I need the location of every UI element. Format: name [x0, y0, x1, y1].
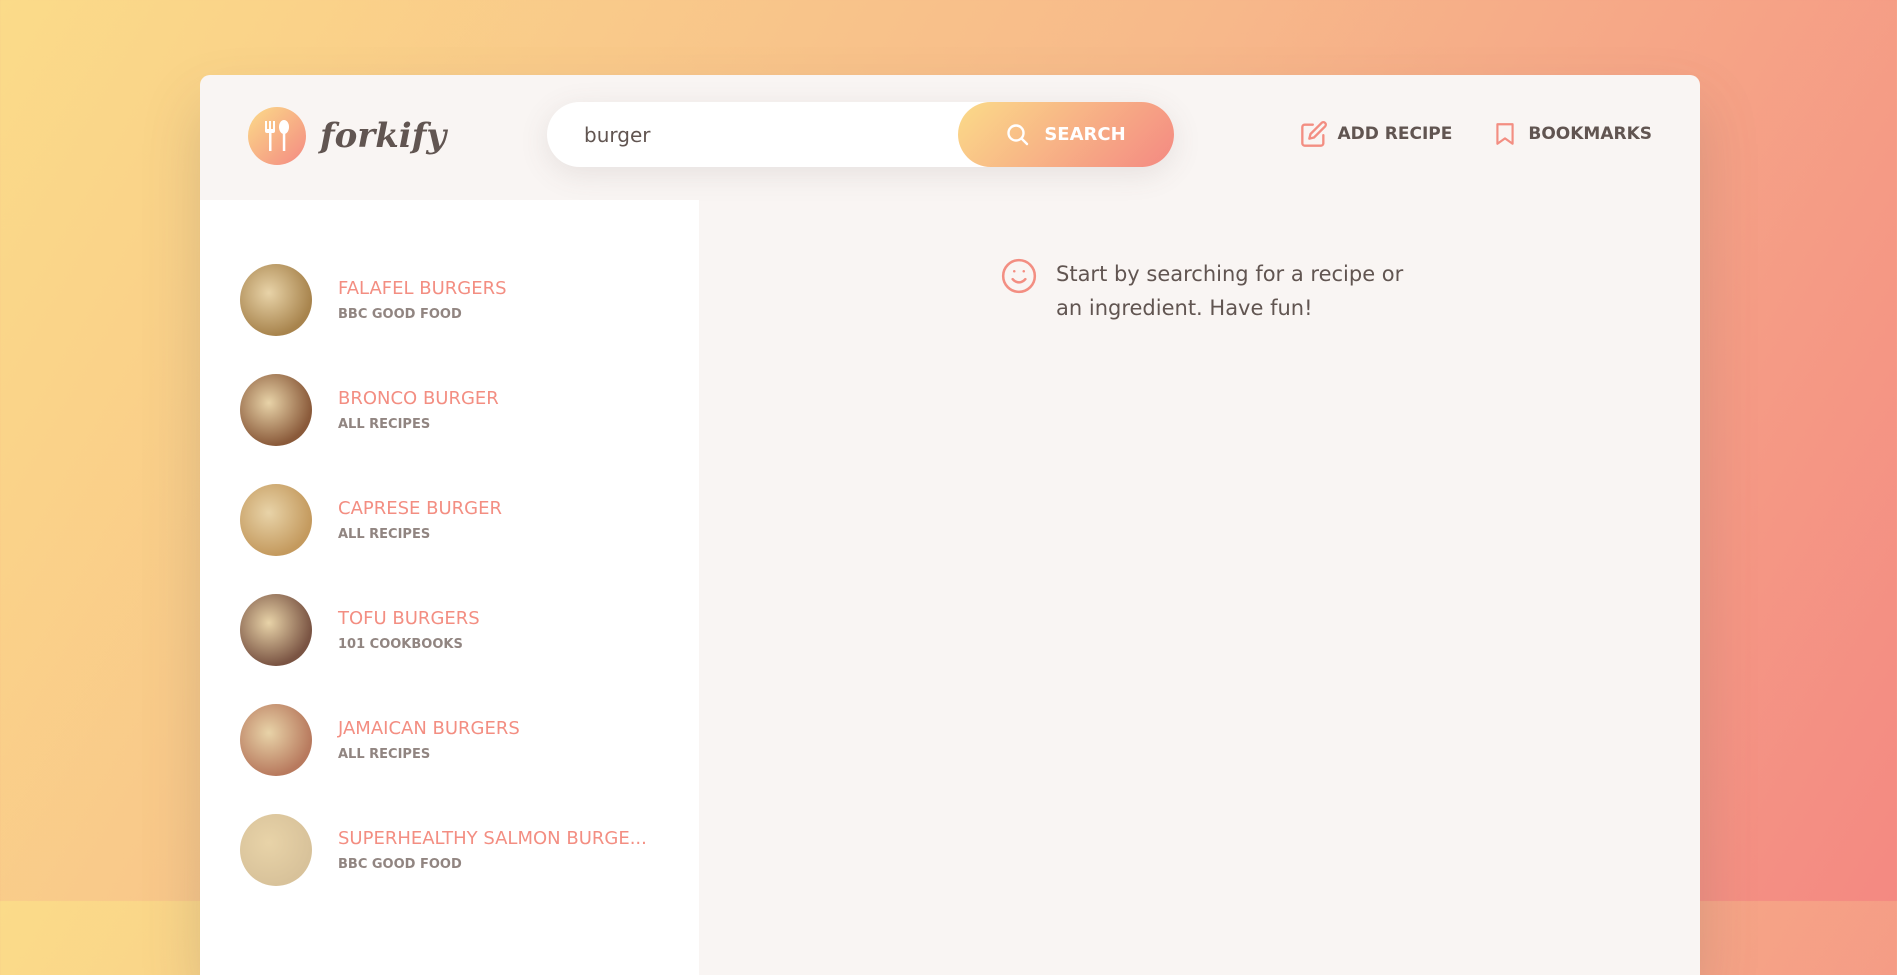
smile-icon: [1001, 258, 1037, 294]
result-text: FALAFEL BURGERS BBC GOOD FOOD: [338, 278, 507, 322]
result-title: JAMAICAN BURGERS: [338, 718, 520, 739]
result-publisher: 101 COOKBOOKS: [338, 637, 463, 652]
app-container: forkify SEARCH ADD RECIPE BOOKMARKS FALA…: [200, 75, 1700, 975]
bookmarks-label: BOOKMARKS: [1528, 124, 1652, 144]
start-message: Start by searching for a recipe or an in…: [1000, 257, 1416, 325]
result-text: BRONCO BURGER ALL RECIPES: [338, 388, 499, 432]
result-title: SUPERHEALTHY SALMON BURGE...: [338, 828, 647, 849]
result-text: SUPERHEALTHY SALMON BURGE... BBC GOOD FO…: [338, 828, 647, 872]
result-text: CAPRESE BURGER ALL RECIPES: [338, 498, 502, 542]
recipe-thumbnail: [240, 594, 312, 666]
bookmarks-button[interactable]: BOOKMARKS: [1492, 120, 1652, 148]
fork-spoon-icon: [248, 107, 306, 165]
search-results: FALAFEL BURGERS BBC GOOD FOOD BRONCO BUR…: [200, 200, 699, 975]
result-item[interactable]: BRONCO BURGER ALL RECIPES: [200, 355, 699, 465]
bookmark-icon: [1496, 123, 1515, 145]
recipe-thumbnail: [240, 264, 312, 336]
result-title: TOFU BURGERS: [338, 608, 480, 629]
add-recipe-label: ADD RECIPE: [1337, 124, 1453, 144]
search-input[interactable]: [584, 122, 944, 147]
result-item[interactable]: TOFU BURGERS 101 COOKBOOKS: [200, 575, 699, 685]
result-title: CAPRESE BURGER: [338, 498, 502, 519]
search-icon: [1007, 123, 1029, 145]
start-message-text: Start by searching for a recipe or an in…: [1056, 262, 1404, 320]
result-publisher: ALL RECIPES: [338, 747, 431, 762]
recipe-thumbnail: [240, 814, 312, 886]
nav: ADD RECIPE BOOKMARKS: [1300, 120, 1652, 148]
header: forkify SEARCH ADD RECIPE BOOKMARKS: [200, 75, 1700, 200]
result-text: TOFU BURGERS 101 COOKBOOKS: [338, 608, 480, 652]
result-publisher: ALL RECIPES: [338, 527, 431, 542]
result-item[interactable]: CAPRESE BURGER ALL RECIPES: [200, 465, 699, 575]
result-item[interactable]: FALAFEL BURGERS BBC GOOD FOOD: [200, 245, 699, 355]
logo[interactable]: forkify: [248, 107, 446, 165]
search-button[interactable]: SEARCH: [958, 102, 1174, 167]
result-item[interactable]: JAMAICAN BURGERS ALL RECIPES: [200, 685, 699, 795]
result-title: FALAFEL BURGERS: [338, 278, 507, 299]
result-item[interactable]: SUPERHEALTHY SALMON BURGE... BBC GOOD FO…: [200, 795, 699, 905]
add-recipe-button[interactable]: ADD RECIPE: [1300, 120, 1453, 148]
logo-text: forkify: [320, 116, 447, 156]
result-text: JAMAICAN BURGERS ALL RECIPES: [338, 718, 520, 762]
recipe-thumbnail: [240, 374, 312, 446]
edit-icon: [1300, 121, 1327, 147]
recipe-thumbnail: [240, 704, 312, 776]
result-title: BRONCO BURGER: [338, 388, 499, 409]
result-publisher: ALL RECIPES: [338, 417, 431, 432]
search-form: SEARCH: [547, 102, 1174, 167]
result-publisher: BBC GOOD FOOD: [338, 857, 462, 872]
recipe-thumbnail: [240, 484, 312, 556]
search-button-label: SEARCH: [1044, 124, 1126, 145]
result-publisher: BBC GOOD FOOD: [338, 307, 462, 322]
